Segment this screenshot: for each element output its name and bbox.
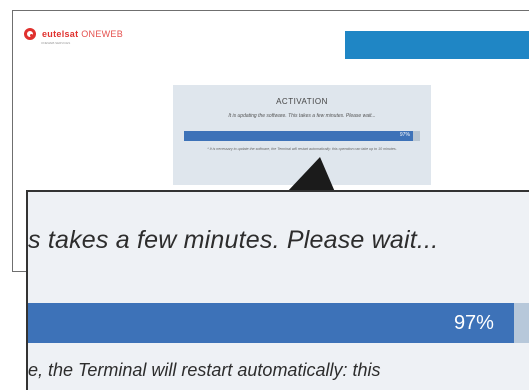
logo-name-bold: eutelsat <box>42 29 79 39</box>
logo-subtitle: ONEWEB SERVICES <box>41 41 71 45</box>
eutelsat-logo-icon <box>24 28 36 40</box>
activation-note: * It is necessary to update the software… <box>207 147 397 151</box>
instruction-illustration: eutelsat ONEWEB ONEWEB SERVICES ACTIVATI… <box>0 0 529 390</box>
activation-progress-bar: 97% <box>184 131 420 141</box>
activation-card: ACTIVATION It is updating the software. … <box>173 85 431 185</box>
activation-message: It is updating the software. This takes … <box>228 113 376 119</box>
header-bar <box>345 31 529 59</box>
callout-progress-label: 97% <box>453 312 494 334</box>
eutelsat-oneweb-logo: eutelsat ONEWEB <box>24 28 123 40</box>
activation-progress-label: 97% <box>399 132 410 138</box>
activation-progress-fill: 97% <box>184 131 413 141</box>
callout-message: s takes a few minutes. Please wait... <box>28 226 439 254</box>
logo-name-light: ONEWEB <box>81 29 124 39</box>
callout-note: e, the Terminal will restart automatical… <box>28 360 381 380</box>
callout-progress-fill: 97% <box>28 303 514 343</box>
zoom-callout: s takes a few minutes. Please wait... 97… <box>26 190 529 390</box>
activation-title: ACTIVATION <box>276 97 328 106</box>
callout-progress-bar: 97% <box>28 303 529 343</box>
